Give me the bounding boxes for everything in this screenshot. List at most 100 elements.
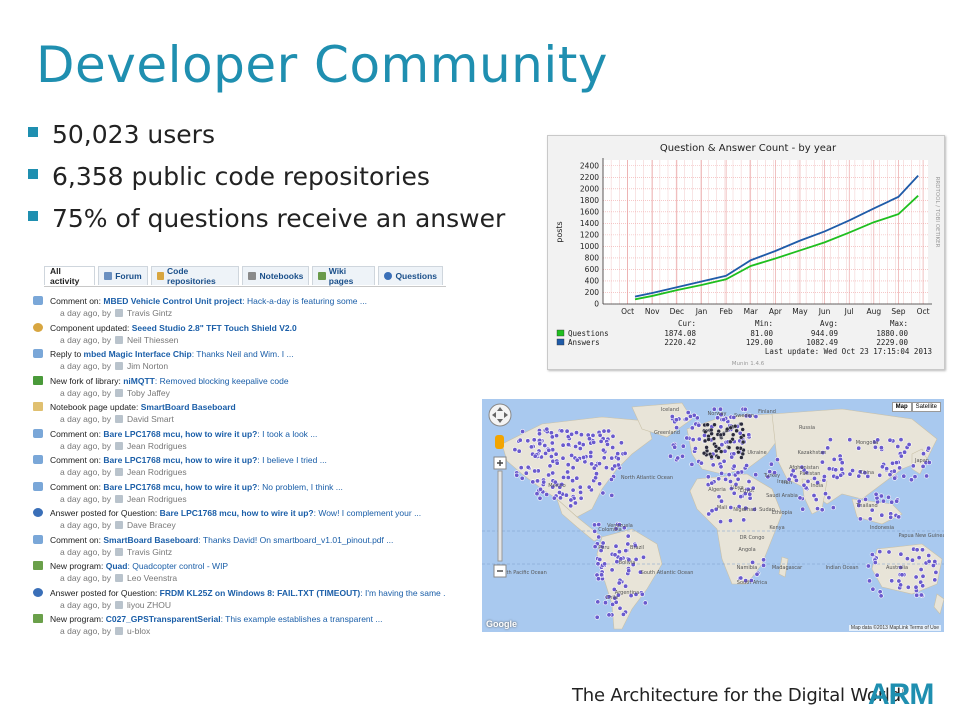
activity-user[interactable]: Leo Veenstra — [127, 573, 177, 583]
user-marker[interactable] — [692, 445, 698, 451]
activity-text[interactable]: : No problem, I think ... — [257, 482, 343, 492]
user-marker[interactable] — [768, 461, 774, 467]
user-marker[interactable] — [761, 562, 767, 568]
user-marker[interactable] — [801, 482, 807, 488]
activity-link[interactable]: Bare LPC1768 mcu, how to wire it up? — [103, 455, 257, 465]
user-marker[interactable] — [574, 457, 580, 463]
user-marker[interactable] — [800, 506, 806, 512]
tab-code-repositories[interactable]: Code repositories — [150, 266, 240, 286]
user-marker[interactable] — [719, 498, 725, 504]
user-marker[interactable] — [601, 428, 607, 434]
user-marker[interactable] — [687, 413, 693, 419]
activity-user[interactable]: Dave Bracey — [127, 520, 176, 530]
user-marker[interactable] — [735, 445, 740, 451]
user-marker[interactable] — [589, 461, 595, 467]
user-marker[interactable] — [877, 472, 883, 478]
user-marker[interactable] — [525, 438, 531, 444]
user-marker[interactable] — [673, 417, 679, 423]
user-marker[interactable] — [622, 450, 628, 456]
user-marker[interactable] — [898, 453, 904, 459]
user-marker[interactable] — [731, 463, 737, 469]
user-marker[interactable] — [729, 454, 735, 460]
user-marker[interactable] — [530, 479, 536, 485]
user-marker[interactable] — [712, 422, 717, 427]
activity-text[interactable]: : Hack-a-day is featuring some ... — [242, 296, 367, 306]
user-marker[interactable] — [754, 571, 760, 577]
user-marker[interactable] — [528, 444, 534, 450]
user-marker[interactable] — [706, 511, 712, 517]
user-marker[interactable] — [916, 555, 922, 561]
map-button[interactable]: Map — [891, 402, 912, 412]
user-marker[interactable] — [609, 567, 615, 573]
user-marker[interactable] — [731, 490, 737, 496]
user-marker[interactable] — [537, 495, 543, 501]
user-marker[interactable] — [534, 491, 540, 497]
activity-link[interactable]: Quad — [106, 561, 128, 571]
user-marker[interactable] — [866, 578, 872, 584]
user-marker[interactable] — [606, 612, 612, 618]
user-marker[interactable] — [898, 437, 904, 443]
user-marker[interactable] — [719, 442, 725, 448]
user-marker[interactable] — [722, 448, 728, 454]
user-marker[interactable] — [709, 480, 715, 486]
user-marker[interactable] — [696, 436, 702, 442]
user-marker[interactable] — [847, 471, 853, 477]
user-map[interactable]: Iceland Norway Sweden Finland Russia Kazakhst… — [482, 399, 944, 632]
user-marker[interactable] — [565, 469, 571, 475]
user-marker[interactable] — [740, 451, 745, 457]
user-marker[interactable] — [595, 599, 601, 605]
user-marker[interactable] — [746, 432, 752, 438]
user-marker[interactable] — [709, 454, 714, 459]
user-marker[interactable] — [926, 558, 932, 564]
user-marker[interactable] — [811, 493, 817, 499]
user-marker[interactable] — [920, 451, 926, 457]
user-marker[interactable] — [546, 447, 552, 453]
user-marker[interactable] — [819, 507, 825, 513]
user-marker[interactable] — [726, 445, 732, 450]
user-marker[interactable] — [683, 416, 689, 422]
user-marker[interactable] — [596, 534, 602, 540]
user-marker[interactable] — [920, 573, 926, 579]
user-marker[interactable] — [716, 455, 721, 460]
user-marker[interactable] — [570, 465, 576, 471]
user-marker[interactable] — [926, 445, 932, 451]
activity-user[interactable]: David Smart — [127, 414, 174, 424]
activity-link[interactable]: Seeed Studio 2.8" TFT Touch Shield V2.0 — [132, 323, 297, 333]
user-marker[interactable] — [867, 516, 873, 522]
activity-text[interactable]: : Removed blocking keepalive code — [155, 376, 289, 386]
activity-text[interactable]: : I took a look ... — [257, 429, 317, 439]
activity-user[interactable]: liyou ZHOU — [127, 600, 171, 610]
user-marker[interactable] — [870, 586, 876, 592]
user-marker[interactable] — [615, 456, 621, 462]
user-marker[interactable] — [740, 427, 745, 432]
user-marker[interactable] — [703, 429, 708, 434]
user-marker[interactable] — [896, 514, 902, 520]
user-marker[interactable] — [559, 428, 565, 434]
user-marker[interactable] — [568, 503, 574, 509]
activity-link[interactable]: mbed Magic Interface Chip — [84, 349, 192, 359]
user-marker[interactable] — [574, 475, 580, 481]
user-marker[interactable] — [537, 441, 543, 447]
user-marker[interactable] — [744, 463, 750, 469]
user-marker[interactable] — [603, 600, 609, 606]
user-marker[interactable] — [605, 441, 611, 447]
user-marker[interactable] — [910, 463, 916, 469]
user-marker[interactable] — [591, 465, 597, 471]
user-marker[interactable] — [721, 458, 727, 464]
user-marker[interactable] — [735, 476, 741, 482]
user-marker[interactable] — [568, 497, 574, 503]
user-marker[interactable] — [597, 432, 603, 438]
activity-user[interactable]: Jean Rodrigues — [127, 494, 187, 504]
activity-user[interactable]: Jean Rodrigues — [127, 467, 187, 477]
user-marker[interactable] — [827, 437, 833, 443]
user-marker[interactable] — [532, 453, 538, 459]
user-marker[interactable] — [569, 452, 575, 458]
activity-link[interactable]: SmartBoard Baseboard — [103, 535, 198, 545]
user-marker[interactable] — [738, 494, 744, 500]
user-marker[interactable] — [774, 457, 780, 463]
map-copyright[interactable]: Map data ©2013 MapLink Terms of Use — [848, 625, 941, 631]
user-marker[interactable] — [739, 421, 744, 427]
tab-wiki-pages[interactable]: Wiki pages — [312, 266, 376, 286]
user-marker[interactable] — [599, 572, 605, 578]
user-marker[interactable] — [894, 498, 900, 504]
